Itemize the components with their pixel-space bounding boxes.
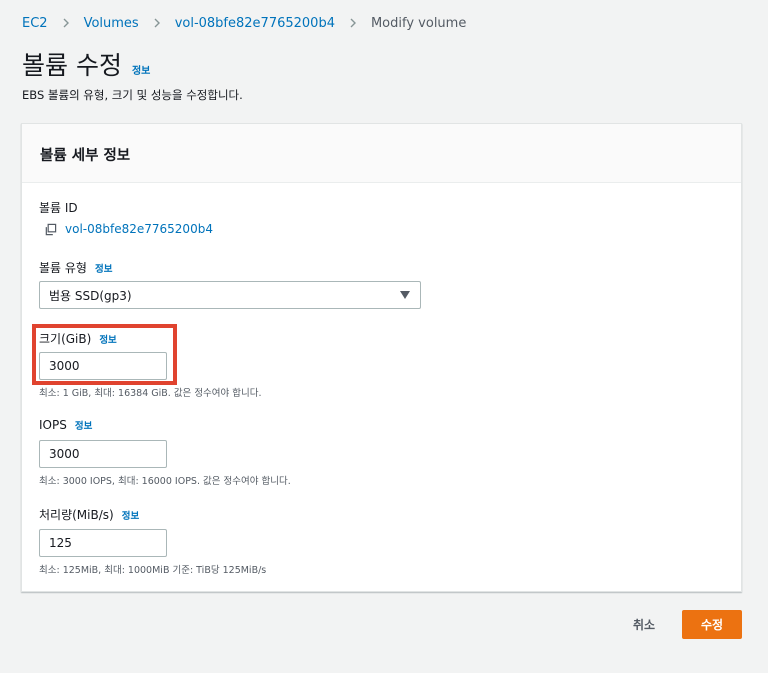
size-constraint: 최소: 1 GiB, 최대: 16384 GiB. 값은 정수여야 합니다.	[39, 388, 262, 399]
modify-button[interactable]: 수정	[682, 610, 742, 639]
copy-icon[interactable]	[44, 223, 57, 236]
iops-label: IOPS	[39, 418, 67, 432]
breadcrumb-current: Modify volume	[370, 15, 467, 31]
volume-id-link[interactable]: vol-08bfe82e7765200b4	[65, 222, 213, 236]
chevron-right-icon	[63, 18, 69, 28]
page-title: 볼륨 수정	[22, 51, 122, 80]
throughput-input[interactable]	[39, 529, 167, 557]
throughput-constraint: 최소: 125MiB, 최대: 1000MiB 기준: TiB당 125MiB/…	[39, 565, 267, 576]
cancel-button[interactable]: 취소	[620, 610, 668, 638]
volume-type-label: 볼륨 유형	[39, 261, 87, 275]
volume-id-label-row: 볼륨 ID	[39, 199, 78, 216]
breadcrumb-volume-id[interactable]: vol-08bfe82e7765200b4	[175, 16, 335, 31]
page-info-link[interactable]: 정보	[132, 62, 150, 77]
breadcrumb-volumes[interactable]: Volumes	[84, 16, 139, 31]
panel-header: 볼륨 세부 정보	[22, 124, 741, 183]
chevron-right-icon	[154, 18, 160, 28]
iops-constraint: 최소: 3000 IOPS, 최대: 16000 IOPS. 값은 정수여야 합…	[39, 476, 291, 487]
size-input[interactable]	[39, 352, 167, 380]
chevron-right-icon	[350, 18, 356, 28]
volume-type-selected: 범용 SSD(gp3)	[49, 288, 132, 303]
caret-down-icon	[400, 291, 410, 299]
volume-type-info-link[interactable]: 정보	[95, 261, 112, 275]
volume-type-label-row: 볼륨 유형 정보	[39, 259, 112, 276]
breadcrumb: EC2 Volumes vol-08bfe82e7765200b4 Modify…	[22, 14, 466, 32]
volume-id-label: 볼륨 ID	[39, 201, 78, 215]
volume-type-select[interactable]: 범용 SSD(gp3)	[39, 281, 421, 309]
iops-info-link[interactable]: 정보	[75, 418, 92, 432]
iops-label-row: IOPS 정보	[39, 418, 92, 432]
breadcrumb-ec2[interactable]: EC2	[22, 16, 48, 31]
page-header: 볼륨 수정 정보	[22, 46, 150, 82]
volume-details-panel: 볼륨 세부 정보 볼륨 ID vol-08bfe82e7765200b4 볼륨 …	[21, 123, 742, 592]
iops-input[interactable]	[39, 440, 167, 468]
throughput-label-row: 처리량(MiB/s) 정보	[39, 506, 139, 523]
throughput-label: 처리량(MiB/s)	[39, 508, 114, 522]
throughput-info-link[interactable]: 정보	[122, 508, 139, 522]
size-label: 크기(GiB)	[39, 332, 92, 346]
page-description: EBS 볼륨의 유형, 크기 및 성능을 수정합니다.	[22, 88, 243, 102]
size-label-row: 크기(GiB) 정보	[39, 330, 117, 347]
panel-title: 볼륨 세부 정보	[40, 148, 131, 164]
size-info-link[interactable]: 정보	[99, 332, 116, 346]
volume-id-row: vol-08bfe82e7765200b4	[44, 222, 213, 236]
